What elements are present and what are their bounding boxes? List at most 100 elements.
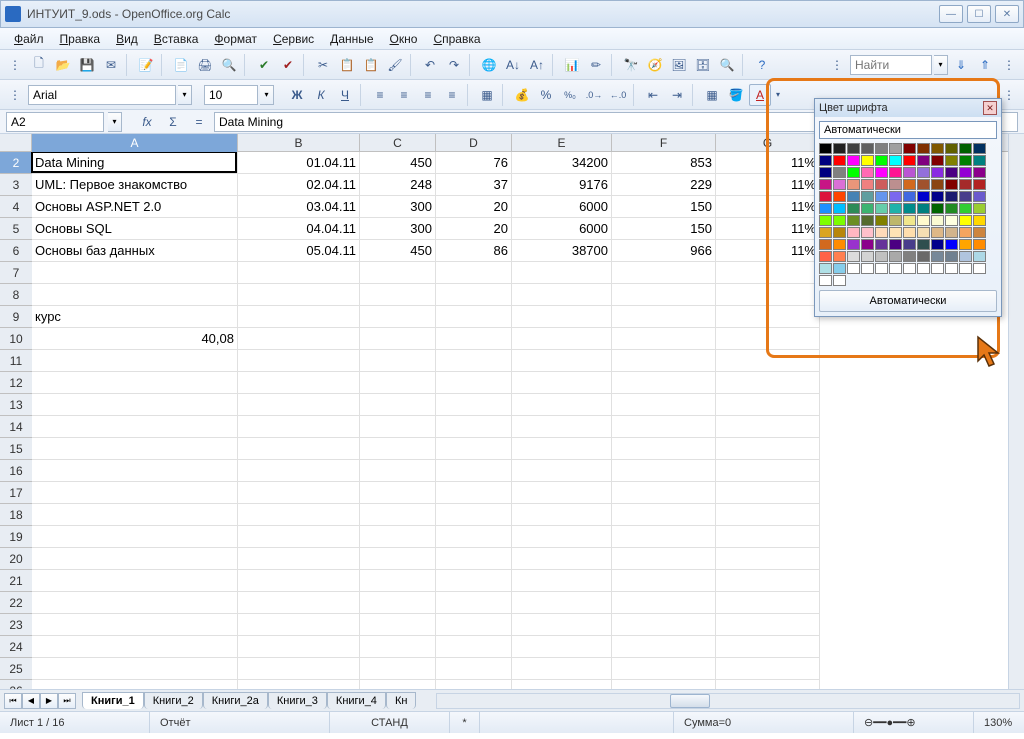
color-swatch[interactable] [819,167,832,178]
cell[interactable] [360,548,436,570]
color-swatch[interactable] [903,215,916,226]
cell[interactable] [512,658,612,680]
color-swatch[interactable] [973,263,986,274]
color-swatch[interactable] [903,191,916,202]
color-swatch[interactable] [959,227,972,238]
row-header[interactable]: 15 [0,438,32,460]
cell[interactable]: 34200 [512,152,612,174]
insert-mode[interactable]: СТАНД [330,712,450,733]
color-swatch[interactable] [917,167,930,178]
cell[interactable] [716,262,820,284]
cell[interactable] [716,548,820,570]
color-swatch[interactable] [833,239,846,250]
color-swatch[interactable] [875,179,888,190]
color-swatch[interactable] [903,263,916,274]
cell[interactable] [612,592,716,614]
color-swatch[interactable] [875,155,888,166]
color-swatch[interactable] [959,203,972,214]
column-header-A[interactable]: A [32,134,238,152]
cell[interactable] [360,416,436,438]
cell[interactable]: UML: Первое знакомство [32,174,238,196]
align-left-button[interactable]: ≡ [369,84,391,106]
cell[interactable] [360,570,436,592]
zoom-slider[interactable]: ⊖━━●━━⊕ [854,712,974,733]
cell[interactable] [238,504,360,526]
cell[interactable] [360,482,436,504]
color-swatch[interactable] [959,179,972,190]
cell[interactable]: 450 [360,152,436,174]
color-swatch[interactable] [959,191,972,202]
color-swatch[interactable] [917,179,930,190]
cell[interactable]: 11% [716,174,820,196]
cell[interactable] [32,350,238,372]
cell[interactable] [360,262,436,284]
cell[interactable] [238,350,360,372]
color-swatch[interactable] [819,191,832,202]
cell[interactable] [436,284,512,306]
color-swatch[interactable] [931,155,944,166]
cell[interactable] [360,350,436,372]
color-swatch[interactable] [889,263,902,274]
color-swatch[interactable] [861,167,874,178]
toolbar-overflow-icon[interactable]: ⋮ [998,54,1020,76]
color-swatch[interactable] [847,155,860,166]
export-pdf-button[interactable]: 📄 [170,54,192,76]
color-swatch[interactable] [875,143,888,154]
color-swatch[interactable] [903,155,916,166]
cell[interactable] [32,372,238,394]
align-center-button[interactable]: ≡ [393,84,415,106]
cell[interactable]: 248 [360,174,436,196]
cell[interactable] [612,262,716,284]
cell[interactable]: 20 [436,196,512,218]
color-swatch[interactable] [973,203,986,214]
color-swatch[interactable] [861,143,874,154]
cell[interactable]: 40,08 [32,328,238,350]
cell[interactable] [436,460,512,482]
cell[interactable] [238,570,360,592]
function-wizard-button[interactable]: fx [136,111,158,133]
row-header[interactable]: 8 [0,284,32,306]
fill-color-button[interactable]: 🪣 [725,84,747,106]
color-swatch[interactable] [889,251,902,262]
cell[interactable] [32,592,238,614]
cell[interactable] [512,680,612,689]
minimize-button[interactable]: — [939,5,963,23]
cell[interactable] [32,548,238,570]
draw-button[interactable]: ✏ [585,54,607,76]
cell[interactable] [512,394,612,416]
bold-button[interactable]: Ж [286,84,308,106]
remove-decimal-button[interactable]: ←.0 [607,84,629,106]
color-swatch[interactable] [861,227,874,238]
cell[interactable] [512,262,612,284]
cell[interactable] [716,284,820,306]
preview-button[interactable]: 🔍 [218,54,240,76]
undo-button[interactable]: ↶ [419,54,441,76]
color-swatch[interactable] [847,167,860,178]
copy-button[interactable]: 📋 [336,54,358,76]
popup-close-button[interactable]: ✕ [983,101,997,115]
cell[interactable] [716,570,820,592]
cell[interactable] [238,482,360,504]
cell[interactable] [512,460,612,482]
align-justify-button[interactable]: ≡ [441,84,463,106]
cell[interactable] [32,636,238,658]
maximize-button[interactable]: ☐ [967,5,991,23]
color-swatch[interactable] [875,227,888,238]
cell[interactable] [512,328,612,350]
color-swatch[interactable] [875,203,888,214]
color-swatch[interactable] [875,167,888,178]
paste-button[interactable]: 📋 [360,54,382,76]
color-swatch[interactable] [973,227,986,238]
vertical-scrollbar[interactable] [1008,134,1024,689]
redo-button[interactable]: ↷ [443,54,465,76]
color-swatch[interactable] [917,203,930,214]
row-header[interactable]: 22 [0,592,32,614]
color-swatch[interactable] [973,191,986,202]
sum-button[interactable]: Σ [162,111,184,133]
color-swatch[interactable] [945,155,958,166]
color-swatch[interactable] [959,215,972,226]
menu-формат[interactable]: Формат [206,29,265,49]
spellcheck-button[interactable]: ✔ [253,54,275,76]
cell[interactable] [512,284,612,306]
color-swatch[interactable] [875,251,888,262]
